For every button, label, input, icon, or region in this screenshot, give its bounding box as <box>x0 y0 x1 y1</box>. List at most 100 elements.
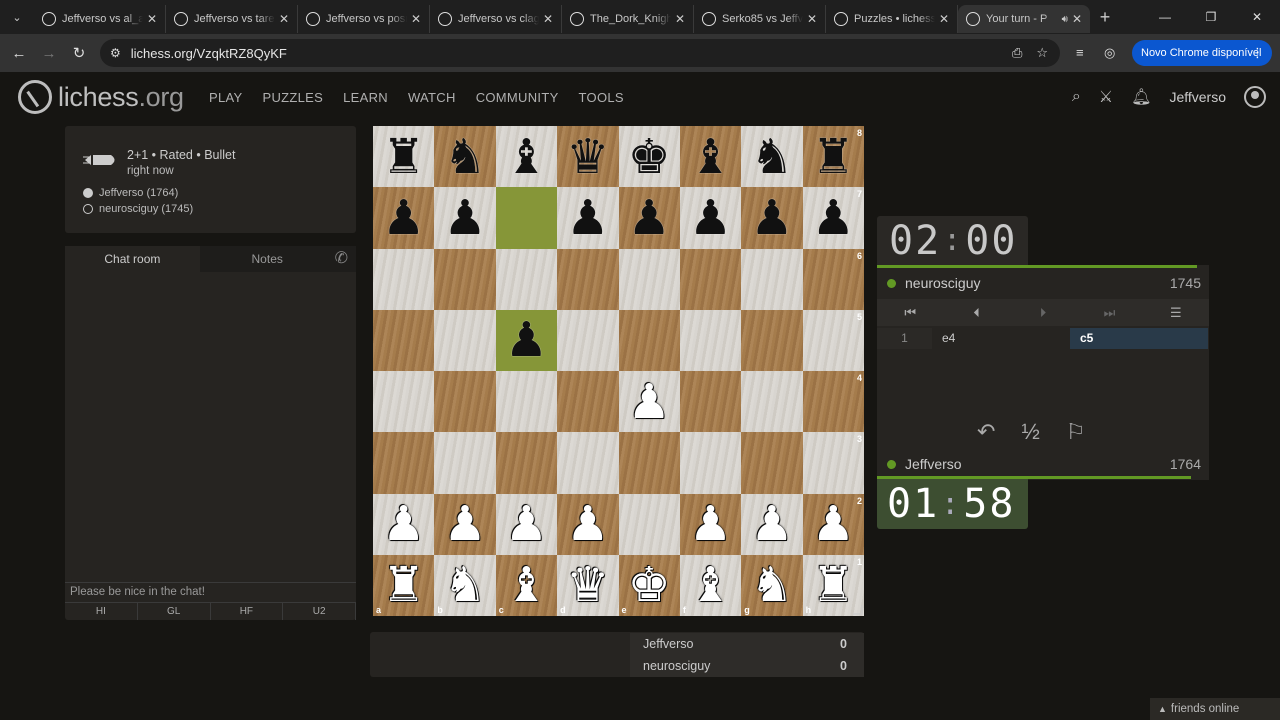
square-b7[interactable]: ♟ <box>434 187 496 249</box>
browser-tab[interactable]: The_Dork_Knight ✕ <box>562 5 694 33</box>
chat-preset-button[interactable]: GL <box>138 603 211 620</box>
black-knight-icon[interactable]: ♞ <box>444 133 487 181</box>
white-rook-icon[interactable]: ♜ <box>382 561 425 609</box>
player-name[interactable]: Jeffverso <box>887 456 962 472</box>
bookmark-star-icon[interactable]: ☆ <box>1036 45 1048 61</box>
square-e4[interactable]: ♟ <box>618 371 680 433</box>
black-king-icon[interactable]: ♚ <box>628 133 671 181</box>
back-icon[interactable]: ← <box>4 45 34 62</box>
white-queen-icon[interactable]: ♛ <box>566 561 609 609</box>
square-g2[interactable]: ♟ <box>741 493 803 555</box>
square-a6[interactable] <box>373 248 435 310</box>
tab-close-icon[interactable]: ✕ <box>147 12 157 26</box>
black-knight-icon[interactable]: ♞ <box>750 133 793 181</box>
square-c7[interactable] <box>495 187 558 249</box>
tab-close-icon[interactable]: ✕ <box>543 12 553 26</box>
square-b1[interactable]: ♞ b <box>434 554 496 616</box>
browser-tab[interactable]: Jeffverso vs al_ar ✕ <box>34 5 166 33</box>
address-bar[interactable]: ⚙ lichess.org/VzqktRZ8QyKF ⎙ ☆ <box>100 39 1060 67</box>
site-info-icon[interactable]: ⚙ <box>110 46 121 60</box>
square-e8[interactable]: ♚ <box>618 126 680 188</box>
square-b3[interactable] <box>434 432 496 494</box>
square-g6[interactable] <box>741 248 803 310</box>
nav-item-puzzles[interactable]: PUZZLES <box>262 90 323 105</box>
tab-close-icon[interactable]: ✕ <box>411 12 421 26</box>
square-d7[interactable]: ♟ <box>557 187 619 249</box>
square-f3[interactable] <box>679 432 742 494</box>
friends-online-button[interactable]: ▲ friends online <box>1150 698 1280 720</box>
square-d4[interactable] <box>557 371 619 433</box>
install-app-icon[interactable]: ⎙ <box>1012 45 1022 61</box>
forward-icon[interactable]: → <box>34 45 64 62</box>
square-a7[interactable]: ♟ <box>373 187 435 249</box>
square-a5[interactable] <box>373 309 435 371</box>
white-knight-icon[interactable]: ♞ <box>750 561 793 609</box>
square-a1[interactable]: ♜ a <box>373 554 435 616</box>
last-move-icon[interactable]: ⏭ <box>1076 305 1142 321</box>
black-queen-icon[interactable]: ♛ <box>566 133 609 181</box>
nav-item-community[interactable]: COMMUNITY <box>476 90 559 105</box>
square-e2[interactable] <box>618 493 680 555</box>
white-pawn-icon[interactable]: ♟ <box>505 500 548 548</box>
notifications-bell-icon[interactable]: 🔔︎ <box>1131 87 1151 107</box>
resign-flag-icon[interactable]: ⚐ <box>1066 419 1086 445</box>
tab-chat-room[interactable]: Chat room <box>65 246 200 272</box>
nav-item-learn[interactable]: LEARN <box>343 90 388 105</box>
square-d1[interactable]: ♛ d <box>557 554 619 616</box>
tab-close-icon[interactable]: ✕ <box>279 12 289 26</box>
white-rook-icon[interactable]: ♜ <box>812 561 855 609</box>
white-player[interactable]: Jeffverso (1764) <box>83 187 178 199</box>
black-pawn-icon[interactable]: ♟ <box>566 194 609 242</box>
square-f6[interactable] <box>679 248 742 310</box>
black-pawn-icon[interactable]: ♟ <box>812 194 855 242</box>
chat-input[interactable]: Please be nice in the chat! <box>65 582 356 603</box>
white-pawn-icon[interactable]: ♟ <box>750 500 793 548</box>
black-player[interactable]: neurosciguy (1745) <box>83 203 193 215</box>
square-b6[interactable] <box>434 248 496 310</box>
prev-move-icon[interactable]: ⏴ <box>943 305 1009 321</box>
score-player-name[interactable]: Jeffverso <box>630 637 840 651</box>
chat-preset-button[interactable]: HI <box>65 603 138 620</box>
square-h4[interactable]: 4 <box>802 371 864 433</box>
square-e5[interactable] <box>618 309 680 371</box>
square-a4[interactable] <box>373 371 435 433</box>
square-a2[interactable]: ♟ <box>373 493 435 555</box>
white-pawn-icon[interactable]: ♟ <box>444 500 487 548</box>
square-e1[interactable]: ♚ e <box>618 554 680 616</box>
minimize-icon[interactable]: — <box>1142 0 1188 34</box>
takeback-icon[interactable]: ↶ <box>977 419 995 445</box>
chess-board[interactable]: ♜ ♞ ♝ ♛ ♚ ♝ ♞ ♜ 8 ♟ ♟ ♟ ♟ ♟ ♟ ♟ 7 6 ♟ 5 ♟ 4 3 ♟ ♟ ♟ ♟ ♟ ♟ ♟ 2 ♜ a ♞ b ♝ c ♛ d ♚… <box>373 126 864 616</box>
black-pawn-icon[interactable]: ♟ <box>689 194 732 242</box>
profile-icon[interactable]: ◎ <box>1104 45 1115 61</box>
nav-item-tools[interactable]: TOOLS <box>579 90 624 105</box>
square-d5[interactable] <box>557 309 619 371</box>
tab-audio-icon[interactable]: 🔊︎ <box>1062 14 1068 25</box>
black-pawn-icon[interactable]: ♟ <box>505 316 548 364</box>
white-pawn-icon[interactable]: ♟ <box>382 500 425 548</box>
square-h7[interactable]: ♟ 7 <box>802 187 864 249</box>
square-g4[interactable] <box>741 371 803 433</box>
score-player-name[interactable]: neurosciguy <box>630 659 840 673</box>
new-tab-button[interactable]: + <box>1090 7 1120 28</box>
white-pawn-icon[interactable]: ♟ <box>689 500 732 548</box>
black-pawn-icon[interactable]: ♟ <box>750 194 793 242</box>
search-icon[interactable]: ⌕ <box>1072 88 1081 106</box>
square-h2[interactable]: ♟ 2 <box>802 493 864 555</box>
opponent-name[interactable]: neurosciguy <box>887 275 981 291</box>
tab-close-icon[interactable]: ✕ <box>1072 12 1082 26</box>
square-c4[interactable] <box>495 371 558 433</box>
black-rook-icon[interactable]: ♜ <box>382 133 425 181</box>
square-g7[interactable]: ♟ <box>741 187 803 249</box>
white-king-icon[interactable]: ♚ <box>628 561 671 609</box>
white-pawn-icon[interactable]: ♟ <box>566 500 609 548</box>
square-d6[interactable] <box>557 248 619 310</box>
square-b5[interactable] <box>434 309 496 371</box>
square-c1[interactable]: ♝ c <box>495 554 558 616</box>
square-f8[interactable]: ♝ <box>679 126 742 188</box>
more-menu-icon[interactable]: ⋮ <box>1251 45 1264 61</box>
square-g3[interactable] <box>741 432 803 494</box>
challenges-swords-icon[interactable]: ⚔ <box>1099 87 1113 107</box>
square-c5[interactable]: ♟ <box>495 309 558 371</box>
black-pawn-icon[interactable]: ♟ <box>382 194 425 242</box>
square-c2[interactable]: ♟ <box>495 493 558 555</box>
